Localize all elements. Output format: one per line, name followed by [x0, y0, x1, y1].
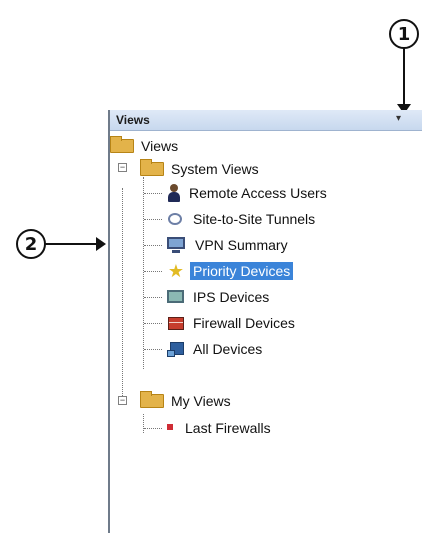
callout-1: 1: [389, 19, 419, 49]
tree-item-remote-access-users[interactable]: Remote Access Users: [166, 181, 330, 205]
system-views-expander[interactable]: −: [118, 163, 127, 172]
tree-item-last-firewalls[interactable]: Last Firewalls: [162, 416, 274, 440]
tree-item-label: All Devices: [193, 341, 263, 357]
tree-item-label: Site-to-Site Tunnels: [193, 211, 316, 227]
tree-folder-my-views[interactable]: My Views: [140, 389, 234, 413]
panel-title: Views: [116, 113, 150, 127]
tree-connector-line: [143, 414, 144, 433]
tree-branch-line: [144, 323, 162, 324]
folder-icon: [140, 391, 164, 408]
tree-item-vpn-summary[interactable]: VPN Summary: [166, 233, 291, 257]
folder-icon: [110, 136, 134, 153]
tunnel-icon: [166, 210, 186, 228]
folder-label: System Views: [171, 161, 259, 177]
callout-1-arrow-line: [403, 48, 405, 106]
tree-item-label: Priority Devices: [190, 262, 294, 280]
tree-item-label: Last Firewalls: [185, 420, 271, 436]
tree-branch-line: [144, 297, 162, 298]
views-panel: Views ▾ Views − System Views Remote Acce…: [108, 110, 422, 533]
callout-2: 2: [16, 229, 46, 259]
user-icon: [166, 184, 182, 202]
tree-item-label: IPS Devices: [193, 289, 270, 305]
tree-connector-line: [122, 188, 123, 402]
devices-icon: [166, 340, 186, 358]
my-views-expander[interactable]: −: [118, 396, 127, 405]
panel-menu-caret-icon[interactable]: ▾: [396, 113, 401, 124]
tree-item-site-to-site-tunnels[interactable]: Site-to-Site Tunnels: [166, 207, 318, 231]
tree-item-label: Remote Access Users: [189, 185, 327, 201]
tree-item-label: VPN Summary: [195, 237, 288, 253]
tree-item-all-devices[interactable]: All Devices: [166, 337, 265, 361]
views-panel-header[interactable]: Views ▾: [110, 110, 422, 131]
callout-2-arrow-head: [96, 237, 106, 251]
tree-connector-line: [143, 177, 144, 369]
tree-item-firewall-devices[interactable]: Firewall Devices: [166, 311, 298, 335]
tree-folder-system-views[interactable]: System Views: [140, 157, 262, 181]
views-tree: Views − System Views Remote Access Users…: [110, 132, 422, 532]
firewall-icon: [166, 314, 186, 332]
folder-label: My Views: [171, 393, 231, 409]
ips-icon: [166, 288, 186, 306]
firewall-mini-icon: [162, 419, 178, 437]
tree-item-priority-devices[interactable]: ★ Priority Devices: [166, 259, 294, 283]
tree-item-ips-devices[interactable]: IPS Devices: [166, 285, 272, 309]
monitor-icon: [166, 236, 188, 254]
callout-2-arrow-line: [45, 243, 99, 245]
tree-branch-line: [144, 245, 162, 246]
star-icon: ★: [167, 261, 185, 281]
tree-item-label: Firewall Devices: [193, 315, 295, 331]
tree-branch-line: [144, 219, 162, 220]
tree-branch-line: [144, 349, 162, 350]
tree-root-label: Views: [141, 138, 179, 154]
tree-branch-line: [144, 271, 162, 272]
tree-branch-line: [144, 428, 162, 429]
tree-branch-line: [144, 193, 162, 194]
tree-root-views[interactable]: Views: [110, 134, 181, 158]
folder-icon: [140, 159, 164, 176]
